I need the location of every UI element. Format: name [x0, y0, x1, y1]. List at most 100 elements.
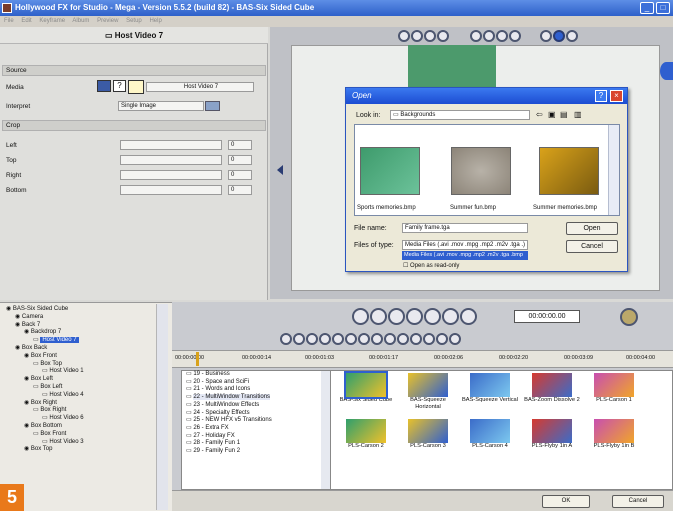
- look-in-dropdown[interactable]: ▭ Backgrounds: [390, 110, 530, 120]
- effect-tile[interactable]: PLS-Carson 4: [461, 419, 519, 450]
- category-item[interactable]: ▭ 19 - Business: [182, 371, 329, 379]
- view-buttons-a[interactable]: [398, 30, 450, 44]
- category-item[interactable]: ▭ 20 - Space and SciFi: [182, 379, 329, 387]
- menu-file[interactable]: File: [4, 18, 14, 24]
- cancel-button[interactable]: Cancel: [612, 495, 664, 508]
- category-item[interactable]: ▭ 21 - Words and Icons: [182, 386, 329, 394]
- thumb-summer-memories[interactable]: [539, 147, 599, 195]
- crop-top-value[interactable]: 0: [228, 155, 252, 165]
- view-buttons-c[interactable]: [540, 30, 579, 44]
- thumb-summer-fun[interactable]: [451, 147, 511, 195]
- effect-tile[interactable]: PLS-Carson 1: [585, 373, 643, 404]
- effect-thumbnail: [470, 419, 510, 443]
- category-item[interactable]: ▭ 23 - MultiWindow Effects: [182, 402, 329, 410]
- filetype-option[interactable]: Media Files (.avi .mov .mpg .mp2 .m2v .t…: [402, 251, 528, 260]
- tree-node[interactable]: ▭ Box Left: [6, 384, 156, 392]
- minimize-button[interactable]: _: [640, 2, 654, 14]
- effect-tile[interactable]: PLS-Flyby 1in A: [523, 419, 581, 450]
- tree-node[interactable]: ▭ Host Video 4: [6, 392, 156, 400]
- crop-right-value[interactable]: 0: [228, 170, 252, 180]
- category-item[interactable]: ▭ 29 - Family Fun 2: [182, 448, 329, 456]
- tree-node[interactable]: ▭ Host Video 1: [6, 368, 156, 376]
- category-item[interactable]: ▭ 28 - Family Fun 1: [182, 440, 329, 448]
- crop-left-label: Left: [6, 142, 17, 149]
- crop-bottom-slider[interactable]: [120, 185, 222, 195]
- dialog-close-button[interactable]: ×: [610, 90, 623, 102]
- effect-tile[interactable]: PLS-Flyby 1in B: [585, 419, 643, 450]
- media-type-icon[interactable]: [97, 80, 111, 92]
- tree-node[interactable]: ▭ Box Front: [6, 431, 156, 439]
- checkbox-icon: ☐: [403, 263, 411, 269]
- tree-node[interactable]: ◉ Camera: [6, 314, 156, 322]
- tree-node[interactable]: ▭ Host Video 7: [6, 337, 156, 345]
- category-scrollbar[interactable]: [321, 371, 330, 489]
- up-folder-icon[interactable]: ▣: [548, 110, 556, 119]
- effect-tile[interactable]: BAS-Squeeze Horizontal: [399, 373, 457, 411]
- tree-node[interactable]: ▭ Host Video 6: [6, 415, 156, 423]
- tree-node[interactable]: ◉ BAS-Six Sided Cube: [6, 306, 156, 314]
- category-item[interactable]: ▭ 22 - MultiWindow Transitions: [182, 394, 329, 402]
- properties-panel: [0, 38, 268, 300]
- effect-tile[interactable]: BAS-Zoom Dissolve 2: [523, 373, 581, 404]
- tree-node[interactable]: ◉ Box Bottom: [6, 423, 156, 431]
- new-folder-icon[interactable]: ▤: [560, 110, 568, 119]
- tree-node[interactable]: ◉ Box Right: [6, 400, 156, 408]
- crop-left-slider[interactable]: [120, 140, 222, 150]
- category-item[interactable]: ▭ 25 - NEW HFX v5 Transitions: [182, 417, 329, 425]
- filetype-dropdown[interactable]: Media Files (.avi .mov .mpg .mp2 .m2v .t…: [402, 240, 528, 250]
- chevron-down-icon[interactable]: [205, 101, 220, 111]
- tree-scrollbar[interactable]: [156, 304, 168, 510]
- menu-keyframe[interactable]: Keyframe: [39, 18, 65, 24]
- open-file-button[interactable]: [128, 80, 144, 94]
- info-icon[interactable]: [660, 62, 673, 80]
- menu-preview[interactable]: Preview: [97, 18, 118, 24]
- tree-node[interactable]: ◉ Back 7: [6, 322, 156, 330]
- crop-left-value[interactable]: 0: [228, 140, 252, 150]
- menu-help[interactable]: Help: [149, 18, 161, 24]
- menu-album[interactable]: Album: [72, 18, 89, 24]
- tree-node[interactable]: ▭ Box Right: [6, 407, 156, 415]
- tree-node[interactable]: ◉ Box Left: [6, 376, 156, 384]
- thumb-sports-memories[interactable]: [360, 147, 420, 195]
- tree-node[interactable]: ◉ Box Top: [6, 446, 156, 454]
- maximize-button[interactable]: □: [656, 2, 670, 14]
- filename-input[interactable]: Family frame.tga: [402, 223, 528, 233]
- tree-node[interactable]: ◉ Box Back: [6, 345, 156, 353]
- view-buttons-b[interactable]: [470, 30, 522, 44]
- render-icon[interactable]: [620, 308, 638, 326]
- effect-tile[interactable]: PLS-Carson 2: [337, 419, 395, 450]
- keyframe-buttons[interactable]: [280, 333, 462, 347]
- open-button[interactable]: Open: [566, 222, 618, 235]
- timeline-ruler[interactable]: 00:00:00:00 00:00:00:14 00:00:01:03 00:0…: [172, 350, 673, 368]
- menu-edit[interactable]: Edit: [21, 18, 31, 24]
- crop-right-slider[interactable]: [120, 170, 222, 180]
- category-item[interactable]: ▭ 24 - Specialty Effects: [182, 410, 329, 418]
- ok-button[interactable]: OK: [542, 495, 590, 508]
- readonly-checkbox[interactable]: ☐ Open as read-only: [403, 262, 459, 269]
- file-list-scrollbar[interactable]: [608, 125, 619, 215]
- crop-top-slider[interactable]: [120, 155, 222, 165]
- tree-node[interactable]: ▭ Host Video 3: [6, 439, 156, 447]
- menu-setup[interactable]: Setup: [126, 18, 142, 24]
- help-icon[interactable]: ?: [113, 80, 126, 92]
- filename-label: File name:: [354, 225, 387, 232]
- effect-tile[interactable]: BAS-Squeeze Vertical: [461, 373, 519, 404]
- back-icon[interactable]: ⇦: [536, 110, 543, 119]
- effect-tile[interactable]: PLS-Carson 3: [399, 419, 457, 450]
- film-icon: ▭: [104, 31, 115, 40]
- dialog-help-button[interactable]: ?: [595, 90, 607, 102]
- tree-node[interactable]: ◉ Backdrop 7: [6, 329, 156, 337]
- dialog-cancel-button[interactable]: Cancel: [566, 240, 618, 253]
- category-item[interactable]: ▭ 27 - Holiday FX: [182, 433, 329, 441]
- view-menu-icon[interactable]: ▥: [574, 110, 582, 119]
- transport-controls[interactable]: [352, 308, 478, 325]
- collapse-arrow-icon[interactable]: [277, 165, 283, 175]
- interpret-dropdown[interactable]: Single Image: [118, 101, 204, 111]
- effect-tile[interactable]: BAS-Six Sided Cube: [337, 371, 395, 404]
- playhead[interactable]: [196, 352, 199, 366]
- thumb-caption-2: Summer fun.bmp: [450, 205, 497, 211]
- category-item[interactable]: ▭ 26 - Extra FX: [182, 425, 329, 433]
- crop-bottom-value[interactable]: 0: [228, 185, 252, 195]
- tree-node[interactable]: ▭ Box Top: [6, 361, 156, 369]
- tree-node[interactable]: ◉ Box Front: [6, 353, 156, 361]
